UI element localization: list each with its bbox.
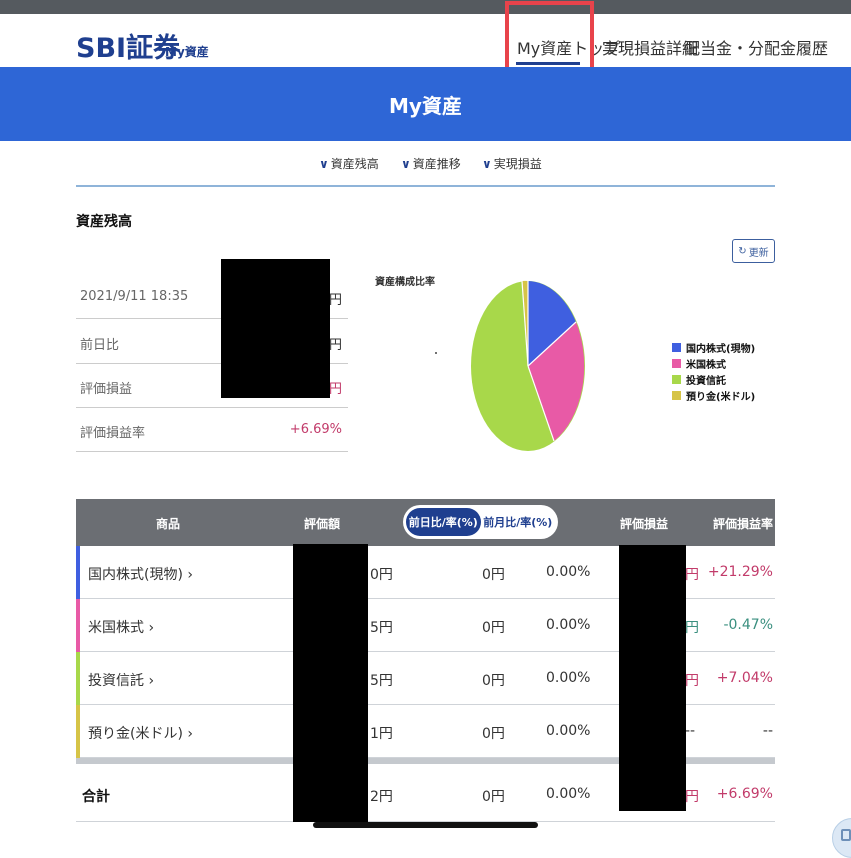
total-label: 合計 [82, 789, 110, 805]
row-diff: 0円 [482, 567, 505, 583]
row-valuation: 5円 [370, 620, 393, 636]
col-pnl: 評価損益 [620, 517, 669, 531]
legend-item: 国内株式(現物) [672, 339, 755, 355]
anchor-asset-trend[interactable]: ∨ 資産推移 [401, 155, 461, 172]
row-pnl: 円 [685, 620, 699, 636]
pie-svg [471, 280, 585, 451]
col-pnl-rate: 評価損益率 [713, 517, 774, 531]
legend-item: 投資信託 [672, 371, 755, 387]
summary-label: 評価損益率 [80, 426, 146, 441]
summary-unit: 円 [328, 293, 342, 308]
change-period-toggle: 前日比/率(%) 前月比/率(%) [403, 505, 558, 539]
col-product: 商品 [156, 517, 181, 531]
pie-legend: 国内株式(現物) 米国株式 投資信託 預り金(米ドル) [672, 339, 755, 403]
total-pnl-rate: +6.69% [716, 786, 773, 802]
row-color-bar [76, 705, 80, 758]
stray-dot [435, 352, 437, 354]
row-diff-rate: 0.00% [546, 670, 591, 686]
chat-icon [841, 829, 851, 841]
summary-pnl-rate-value: +6.69% [289, 422, 342, 437]
chevron-down-icon: ∨ [482, 157, 492, 171]
row-pnl-rate: -0.47% [723, 617, 773, 633]
home-indicator [313, 822, 538, 828]
toggle-monthly-change[interactable]: 前月比/率(%) [481, 508, 556, 536]
row-diff: 0円 [482, 620, 505, 636]
row-diff-rate: 0.00% [546, 723, 591, 739]
anchor-realized-pnl[interactable]: ∨ 実現損益 [482, 155, 542, 172]
nav-dividend-history[interactable]: 配当金・分配金履歴 [684, 35, 828, 59]
total-pnl: 円 [685, 789, 699, 805]
row-pnl: 円 [685, 567, 699, 583]
page-title: My資産 [389, 94, 462, 118]
chevron-down-icon: ∨ [319, 157, 329, 171]
row-diff-rate: 0.00% [546, 617, 591, 633]
chevron-right-icon: › [187, 567, 193, 583]
row-color-bar [76, 546, 80, 599]
toggle-daily-change[interactable]: 前日比/率(%) [406, 508, 481, 536]
chevron-down-icon: ∨ [401, 157, 411, 171]
total-diff: 0円 [482, 789, 505, 805]
summary-label: 評価損益 [80, 382, 133, 397]
redaction-block [619, 545, 686, 811]
refresh-button[interactable]: ↻ 更新 [732, 239, 775, 263]
row-color-bar [76, 599, 80, 652]
logo-subtitle: My資産 [165, 45, 209, 59]
row-diff-rate: 0.00% [546, 564, 591, 580]
section-title-asset-balance: 資産残高 [76, 214, 132, 230]
row-diff: 0円 [482, 726, 505, 742]
redaction-block [293, 544, 368, 822]
row-pnl-rate: -- [762, 723, 773, 739]
chevron-right-icon: › [148, 673, 155, 689]
row-product-name[interactable]: 国内株式(現物) › [88, 564, 193, 584]
row-valuation: 5円 [370, 673, 393, 689]
row-valuation: 0円 [370, 567, 393, 583]
legend-swatch [672, 358, 681, 368]
row-pnl-rate: +21.29% [707, 564, 773, 580]
refresh-icon: ↻ [738, 245, 747, 257]
col-valuation: 評価額 [304, 517, 341, 531]
legend-item: 米国株式 [672, 355, 755, 371]
floating-help-button[interactable] [832, 818, 851, 858]
row-diff: 0円 [482, 673, 505, 689]
total-diff-rate: 0.00% [546, 786, 591, 802]
redaction-block [221, 259, 330, 398]
row-product-name[interactable]: 米国株式 › [88, 617, 154, 637]
row-product-name[interactable]: 預り金(米ドル) › [88, 723, 193, 743]
summary-label: 前日比 [80, 338, 120, 353]
anchor-asset-balance[interactable]: ∨ 資産残高 [319, 155, 379, 172]
row-pnl: 円 [685, 673, 699, 689]
anchor-divider [76, 185, 775, 187]
chevron-right-icon: › [148, 620, 155, 636]
legend-swatch [672, 374, 681, 384]
row-pnl: -- [685, 723, 696, 739]
row-product-name[interactable]: 投資信託 › [88, 670, 154, 690]
summary-timestamp: 2021/9/11 18:35 [80, 289, 189, 304]
summary-unit: 円 [328, 382, 342, 397]
top-status-strip [0, 0, 851, 14]
site-header: SBI証券 My資産 My資産トップ 実現損益詳細 配当金・分配金履歴 [0, 14, 851, 67]
page-banner: My資産 [0, 67, 851, 141]
table-header: 商品 評価額 前日比/率(%) 前月比/率(%) 評価損益 評価損益率 [76, 499, 775, 546]
summary-row-pnl-rate: 評価損益率 +6.69% [76, 408, 348, 452]
legend-item: 預り金(米ドル) [672, 387, 755, 403]
total-valuation: 2円 [370, 789, 393, 805]
row-pnl-rate: +7.04% [716, 670, 773, 686]
legend-swatch [672, 342, 681, 352]
row-color-bar [76, 652, 80, 705]
pie-chart-title: 資産構成比率 [375, 277, 435, 288]
row-valuation: 1円 [370, 726, 393, 742]
asset-allocation-pie [468, 278, 588, 454]
summary-unit: 円 [328, 338, 342, 353]
chevron-right-icon: › [187, 726, 193, 742]
legend-swatch [672, 390, 681, 400]
